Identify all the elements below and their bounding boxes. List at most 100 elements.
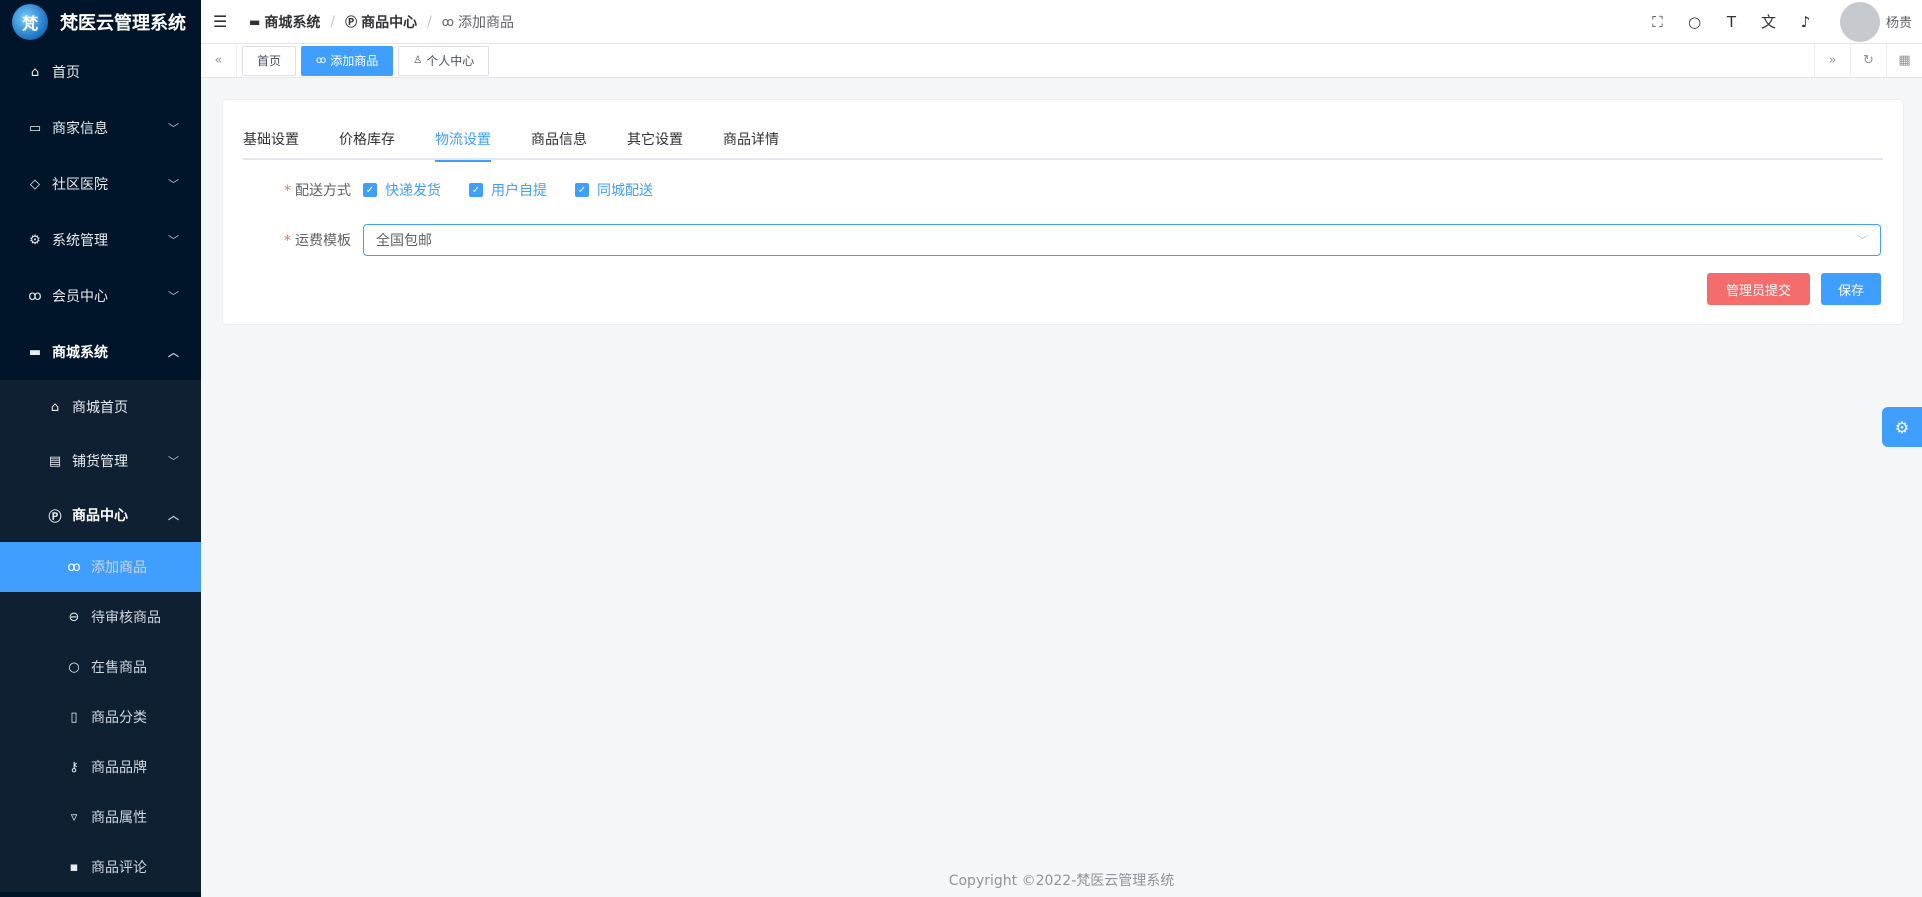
sidebar-item-label: 在售商品 bbox=[91, 660, 147, 676]
chevron-down-icon: ﹀ bbox=[1857, 234, 1868, 247]
tab-product-info[interactable]: 商品信息 bbox=[531, 130, 587, 160]
p-circle-icon: Ⓟ bbox=[48, 509, 62, 525]
sidebar-item-mall-home[interactable]: ⌂ 商城首页 bbox=[0, 380, 201, 434]
mall-submenu: ⌂ 商城首页 ▤ 铺货管理 ﹀ Ⓟ 商品中心 ︿ ꝏ 添加商品 ⊖ 待审核商品 bbox=[0, 380, 201, 892]
product-form-card: 基础设置 价格库存 物流设置 商品信息 其它设置 商品详情 * 配送方式 ✓ 快递… bbox=[222, 99, 1904, 325]
bike-icon: ꝏ bbox=[441, 14, 455, 29]
chevron-down-icon: ﹀ bbox=[168, 178, 179, 191]
sidebar-item-label: 铺货管理 bbox=[72, 454, 128, 470]
sidebar-item-label: 商家信息 bbox=[52, 121, 108, 137]
tags-view: « 首页 ꝏ 添加商品 ♙ 个人中心 » ↻ ▦ bbox=[201, 44, 1922, 78]
delivery-label: * 配送方式 bbox=[243, 180, 363, 200]
logo-icon: 梵 bbox=[12, 4, 48, 40]
sidebar: 梵 梵医云管理系统 ⌂ 首页 ▭ 商家信息 ﹀ ◇ 社区医院 ﹀ ⚙ 系统管理 … bbox=[0, 0, 201, 897]
sidebar-item-merchant[interactable]: ▭ 商家信息 ﹀ bbox=[0, 100, 201, 156]
avatar[interactable] bbox=[1839, 1, 1880, 42]
hamburger-icon[interactable]: ☰ bbox=[213, 12, 231, 31]
username[interactable]: 杨贵 bbox=[1886, 12, 1912, 31]
sidebar-item-add-product[interactable]: ꝏ 添加商品 bbox=[0, 542, 201, 592]
breadcrumb-separator: / bbox=[330, 13, 336, 30]
sidebar-item-system[interactable]: ⚙ 系统管理 ﹀ bbox=[0, 212, 201, 268]
tab-logistics[interactable]: 物流设置 bbox=[435, 130, 491, 162]
home-icon: ⌂ bbox=[30, 64, 40, 80]
app-title: 梵医云管理系统 bbox=[60, 13, 186, 34]
scroll-right-icon[interactable]: » bbox=[1814, 44, 1850, 77]
breadcrumb-item[interactable]: ▬ 商城系统 bbox=[249, 12, 320, 32]
shop-icon: ▭ bbox=[28, 120, 42, 136]
sidebar-item-brand[interactable]: ⚷ 商品品牌 bbox=[0, 742, 201, 792]
tab-details[interactable]: 商品详情 bbox=[723, 130, 779, 160]
admin-submit-button[interactable]: 管理员提交 bbox=[1707, 273, 1810, 305]
sidebar-item-home[interactable]: ⌂ 首页 bbox=[0, 44, 201, 100]
sidebar-item-label: 商品中心 bbox=[72, 508, 128, 524]
tab-basic[interactable]: 基础设置 bbox=[243, 130, 299, 160]
checkbox-label: 同城配送 bbox=[597, 183, 653, 199]
chevron-down-icon: ﹀ bbox=[168, 455, 179, 468]
select-value: 全国包邮 bbox=[376, 233, 432, 249]
template-label: * 运费模板 bbox=[243, 230, 363, 250]
save-button[interactable]: 保存 bbox=[1821, 273, 1881, 305]
sidebar-item-mall[interactable]: ▬ 商城系统 ︿ bbox=[0, 324, 201, 380]
checkbox-label: 用户自提 bbox=[491, 183, 547, 199]
tag-home[interactable]: 首页 bbox=[242, 45, 297, 76]
search-icon[interactable]: ○ bbox=[1676, 13, 1713, 31]
gear-icon: ⚙ bbox=[29, 232, 41, 248]
chevron-down-icon: ﹀ bbox=[168, 234, 179, 247]
tab-other[interactable]: 其它设置 bbox=[627, 130, 683, 160]
checkbox-label: 快递发货 bbox=[385, 183, 441, 199]
tab-price-stock[interactable]: 价格库存 bbox=[339, 130, 395, 160]
house-icon: ⌂ bbox=[50, 399, 60, 415]
checkbox-same-city[interactable]: ✓ 同城配送 bbox=[575, 180, 653, 200]
sidebar-item-comments[interactable]: ▪ 商品评论 bbox=[0, 842, 201, 892]
sidebar-item-member[interactable]: ꝏ 会员中心 ﹀ bbox=[0, 268, 201, 324]
apple-icon: ○ bbox=[68, 659, 80, 675]
scroll-left-icon[interactable]: « bbox=[201, 44, 237, 77]
sidebar-item-product-center[interactable]: Ⓟ 商品中心 ︿ bbox=[0, 488, 201, 542]
logo[interactable]: 梵 梵医云管理系统 bbox=[0, 0, 201, 44]
footer-copyright: Copyright ©2022-梵医云管理系统 bbox=[948, 873, 1175, 889]
chevron-up-icon: ︿ bbox=[168, 346, 179, 359]
grid-menu-icon[interactable]: ▦ bbox=[1886, 44, 1922, 77]
fullscreen-icon[interactable]: ⛶ bbox=[1639, 13, 1676, 31]
sidebar-item-on-sale[interactable]: ○ 在售商品 bbox=[0, 642, 201, 692]
sidebar-item-distribution[interactable]: ▤ 铺货管理 ﹀ bbox=[0, 434, 201, 488]
template-row: * 运费模板 全国包邮 ﹀ bbox=[243, 224, 1881, 256]
tag-add-product[interactable]: ꝏ 添加商品 bbox=[301, 45, 394, 76]
bike-icon: ꝏ bbox=[316, 55, 327, 66]
checkbox-express[interactable]: ✓ 快递发货 bbox=[363, 180, 441, 200]
sidebar-item-label: 添加商品 bbox=[91, 560, 147, 576]
comment-icon: ▪ bbox=[69, 859, 79, 875]
breadcrumb-label: 商城系统 bbox=[264, 14, 321, 31]
breadcrumb-item: ꝏ 添加商品 bbox=[442, 12, 514, 32]
breadcrumb-separator: / bbox=[427, 13, 432, 30]
top-header: ☰ ▬ 商城系统 / Ⓟ 商品中心 / ꝏ 添加商品 ⛶ ○ T 文 ♪ 杨贵 bbox=[201, 0, 1922, 44]
sidebar-item-pending-products[interactable]: ⊖ 待审核商品 bbox=[0, 592, 201, 642]
key-icon: ⚷ bbox=[69, 759, 79, 775]
template-label-text: 运费模板 bbox=[295, 233, 351, 249]
refresh-icon[interactable]: ↻ bbox=[1850, 44, 1886, 77]
checkbox-pickup[interactable]: ✓ 用户自提 bbox=[469, 180, 547, 200]
font-size-icon[interactable]: T bbox=[1713, 13, 1750, 31]
shipping-template-select[interactable]: 全国包邮 ﹀ bbox=[363, 224, 1881, 256]
breadcrumb-item[interactable]: Ⓟ 商品中心 bbox=[345, 12, 417, 32]
translate-icon[interactable]: 文 bbox=[1750, 11, 1787, 32]
header-toolbar: ⛶ ○ T 文 ♪ 杨贵 bbox=[1639, 0, 1922, 43]
checkmark-icon: ✓ bbox=[575, 183, 589, 197]
settings-gear-icon[interactable]: ⚙ bbox=[1882, 407, 1922, 447]
tag-profile[interactable]: ♙ 个人中心 bbox=[398, 45, 490, 76]
hospital-icon: ◇ bbox=[30, 176, 40, 192]
bell-icon[interactable]: ♪ bbox=[1787, 13, 1824, 31]
sidebar-item-category[interactable]: ▯ 商品分类 bbox=[0, 692, 201, 742]
sidebar-item-label: 社区医院 bbox=[52, 177, 108, 193]
burger-icon: ⊖ bbox=[68, 609, 80, 625]
sidebar-item-attribute[interactable]: ▿ 商品属性 bbox=[0, 792, 201, 842]
checkmark-icon: ✓ bbox=[363, 183, 377, 197]
sidebar-item-label: 首页 bbox=[52, 65, 80, 81]
sidebar-item-label: 商城系统 bbox=[52, 345, 108, 361]
sidebar-item-label: 系统管理 bbox=[52, 233, 108, 249]
sidebar-item-label: 商品属性 bbox=[91, 810, 147, 826]
sidebar-item-hospital[interactable]: ◇ 社区医院 ﹀ bbox=[0, 156, 201, 212]
checkmark-icon: ✓ bbox=[469, 183, 483, 197]
chevron-down-icon: ﹀ bbox=[168, 122, 179, 135]
store-icon: ▬ bbox=[249, 14, 261, 29]
